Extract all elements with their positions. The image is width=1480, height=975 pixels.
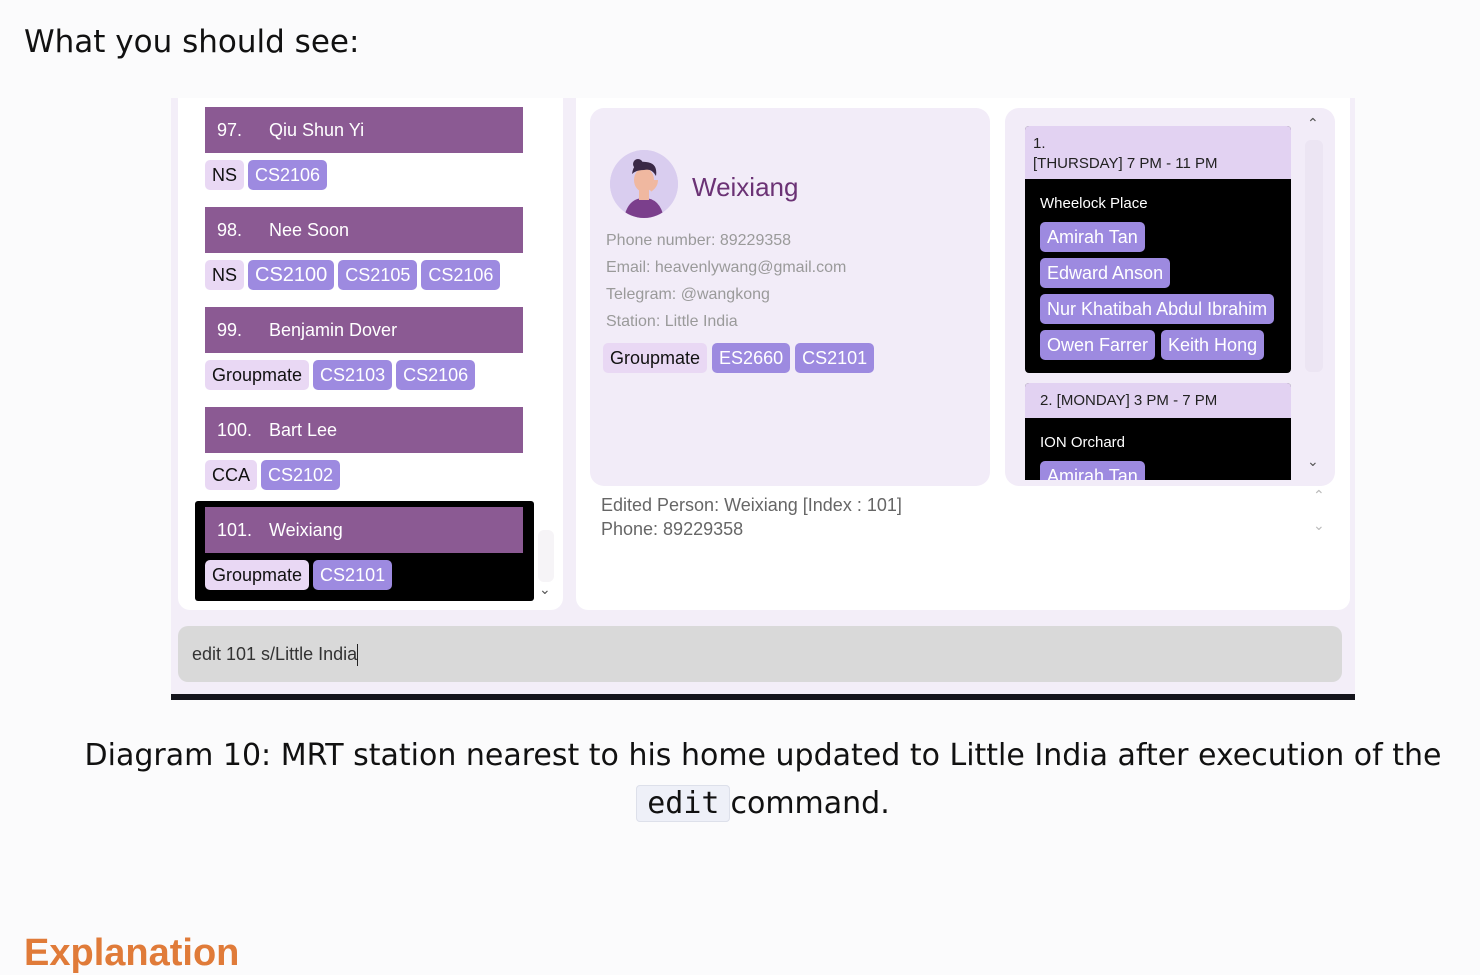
person-card-header: 98. Nee Soon — [205, 207, 523, 253]
person-card-header: 99. Benjamin Dover — [205, 307, 523, 353]
command-input[interactable]: edit 101 s/Little India — [178, 626, 1342, 682]
type-tag: NS — [205, 260, 245, 290]
type-tag: NS — [205, 160, 245, 190]
person-name: Qiu Shun Yi — [269, 119, 365, 140]
result-line: Phone: 89229358 — [601, 519, 744, 539]
module-tag: CS2106 — [248, 160, 328, 190]
attendee-tag: Keith Hong — [1161, 330, 1265, 360]
detail-panel: Weixiang Phone number: 89229358 Email: h… — [576, 98, 1350, 610]
person-index: 97. — [217, 119, 243, 140]
result-line: Edited Person: Weixiang [Index : 101] — [601, 495, 902, 515]
profile-station: Station: Little India — [606, 313, 738, 330]
person-name: Weixiang — [269, 519, 343, 540]
person-card-header: 100. Bart Lee — [205, 407, 523, 453]
figure-caption: Diagram 10: MRT station nearest to his h… — [60, 732, 1466, 828]
person-name: Benjamin Dover — [269, 319, 398, 340]
module-tag: CS2101 — [313, 560, 393, 590]
caption-code: edit — [636, 785, 731, 822]
type-tag: Groupmate — [205, 360, 310, 390]
person-index: 100. — [217, 419, 253, 440]
chevron-up-icon[interactable]: ⌃ — [1313, 488, 1325, 504]
meeting-attendees: Amirah Tan — [1025, 451, 1291, 480]
person-card-header: 97. Qiu Shun Yi — [205, 107, 523, 153]
module-tag: CS2102 — [261, 460, 341, 490]
profile-tags: Groupmate ES2660 CS2101 — [603, 343, 875, 373]
meeting-card[interactable]: 2. [MONDAY] 3 PM - 7 PM ION Orchard Amir… — [1025, 383, 1291, 480]
schedule-list[interactable]: 1. [THURSDAY] 7 PM - 11 PM Wheelock Plac… — [1025, 126, 1291, 480]
meeting-header: 2. [MONDAY] 3 PM - 7 PM — [1025, 383, 1291, 418]
chevron-down-icon[interactable]: ⌄ — [1313, 518, 1325, 534]
attendee-tag: Nur Khatibah Abdul Ibrahim — [1040, 294, 1275, 324]
module-tag: ES2660 — [712, 343, 791, 373]
person-name: Nee Soon — [269, 219, 350, 240]
type-tag: Groupmate — [205, 560, 310, 590]
module-tag: CS2101 — [795, 343, 875, 373]
chevron-up-icon[interactable]: ⌃ — [1307, 116, 1319, 132]
person-list-panel[interactable]: 97. Qiu Shun Yi NS CS2106 98. Nee Soon N… — [178, 98, 563, 610]
chevron-down-icon[interactable]: ⌄ — [1307, 454, 1319, 470]
profile-email: Email: heavenlywang@gmail.com — [606, 259, 847, 276]
module-tag: CS2100 — [248, 260, 335, 290]
meeting-time: [THURSDAY] 7 PM - 11 PM — [1033, 155, 1218, 172]
meeting-header: 1. [THURSDAY] 7 PM - 11 PM — [1025, 126, 1291, 179]
person-card[interactable]: 98. Nee Soon NS CS2100 CS2105 CS2106 — [205, 207, 523, 290]
person-name: Bart Lee — [269, 419, 338, 440]
attendee-tag: Amirah Tan — [1040, 222, 1145, 252]
attendee-tag: Amirah Tan — [1040, 461, 1145, 480]
command-text: edit 101 s/Little India — [192, 644, 358, 664]
app-screenshot: 97. Qiu Shun Yi NS CS2106 98. Nee Soon N… — [171, 98, 1355, 700]
profile-phone: Phone number: 89229358 — [606, 232, 792, 249]
person-card[interactable]: 99. Benjamin Dover Groupmate CS2103 CS21… — [205, 307, 523, 390]
meeting-attendees: Amirah Tan Edward Anson Nur Khatibah Abd… — [1025, 212, 1291, 368]
schedule-panel[interactable]: 1. [THURSDAY] 7 PM - 11 PM Wheelock Plac… — [1005, 108, 1335, 486]
meeting-card[interactable]: 1. [THURSDAY] 7 PM - 11 PM Wheelock Plac… — [1025, 126, 1291, 373]
meeting-number: 1. — [1033, 135, 1046, 152]
profile-name: Weixiang — [692, 172, 799, 202]
person-card-selected[interactable]: 101. Weixiang Groupmate CS2101 — [205, 507, 523, 590]
attendee-tag: Edward Anson — [1040, 258, 1171, 288]
person-card[interactable]: 97. Qiu Shun Yi NS CS2106 — [205, 107, 523, 190]
person-tags: NS CS2106 — [205, 160, 523, 190]
caption-text: Diagram 10: MRT station nearest to his h… — [84, 738, 1442, 773]
person-index: 101. — [217, 519, 253, 540]
attendee-tag: Owen Farrer — [1040, 330, 1156, 360]
type-tag: CCA — [205, 460, 258, 490]
next-section-heading: Explanation — [24, 932, 240, 974]
person-tags: NS CS2100 CS2105 CS2106 — [205, 260, 523, 290]
person-index: 99. — [217, 319, 243, 340]
module-tag: CS2106 — [421, 260, 501, 290]
section-heading: What you should see: — [24, 24, 360, 60]
window-bottom-strip — [171, 694, 1355, 700]
list-scrollbar[interactable] — [538, 530, 554, 582]
meeting-location: Wheelock Place — [1040, 195, 1148, 212]
module-tag: CS2106 — [396, 360, 476, 390]
caption-text-end: command. — [730, 786, 890, 821]
profile-card: Weixiang Phone number: 89229358 Email: h… — [590, 108, 990, 486]
type-tag: Groupmate — [603, 343, 708, 373]
schedule-scrollbar[interactable] — [1305, 140, 1323, 372]
chevron-down-icon[interactable]: ⌄ — [539, 582, 551, 598]
avatar — [610, 150, 678, 218]
person-avatar-icon — [610, 150, 678, 218]
module-tag: CS2103 — [313, 360, 393, 390]
text-caret — [357, 644, 359, 667]
module-tag: CS2105 — [338, 260, 418, 290]
person-tags: Groupmate CS2101 — [205, 560, 523, 590]
person-tags: Groupmate CS2103 CS2106 — [205, 360, 523, 390]
person-index: 98. — [217, 219, 243, 240]
profile-telegram: Telegram: @wangkong — [606, 286, 770, 303]
person-card[interactable]: 100. Bart Lee CCA CS2102 — [205, 407, 523, 490]
meeting-location: ION Orchard — [1040, 434, 1126, 451]
result-display: Edited Person: Weixiang [Index : 101] Ph… — [601, 493, 902, 541]
person-card-header: 101. Weixiang — [205, 507, 523, 553]
person-tags: CCA CS2102 — [205, 460, 523, 490]
